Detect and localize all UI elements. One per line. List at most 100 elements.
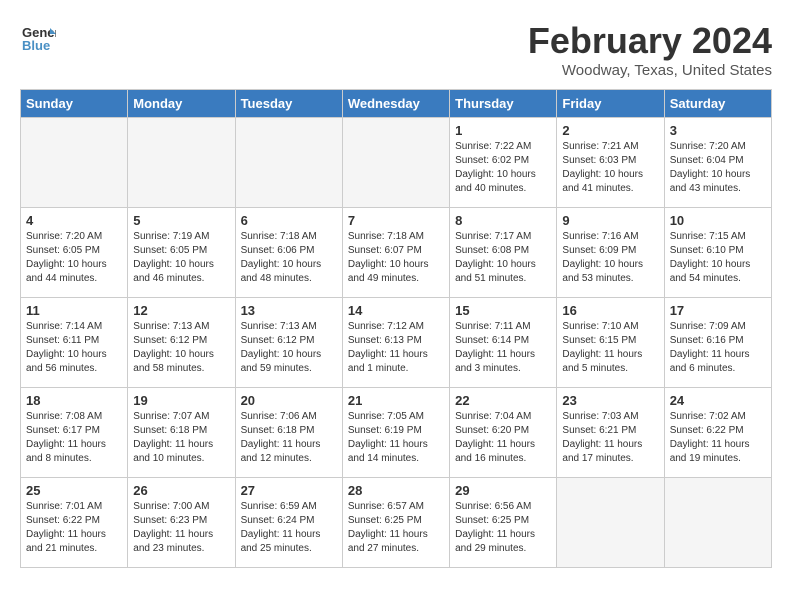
calendar-cell: 17Sunrise: 7:09 AM Sunset: 6:16 PM Dayli…: [664, 298, 771, 388]
calendar-cell: 16 Sunrise: 7:10 AM Sunset: 6:15 PM Dayli…: [557, 298, 664, 388]
calendar-cell: 22 Sunrise: 7:04 AM Sunset: 6:20 PM Dayli…: [450, 388, 557, 478]
day-info: Sunrise: 7:02 AM Sunset: 6:22 PM Dayligh…: [670, 410, 766, 466]
day-number: 9: [562, 213, 658, 228]
header-day-sunday: Sunday: [21, 90, 128, 118]
calendar-cell: 28 Sunrise: 6:57 AM Sunset: 6:25 PM Dayli…: [342, 478, 449, 568]
day-info: Sunrise: 7:01 AM Sunset: 6:22 PM Dayligh…: [26, 500, 122, 556]
calendar-cell: 13 Sunrise: 7:13 AM Sunset: 6:12 PM Dayli…: [235, 298, 342, 388]
svg-text:Blue: Blue: [22, 38, 50, 53]
title-block: February 2024 Woodway, Texas, United Sta…: [528, 20, 772, 79]
calendar-cell: 18 Sunrise: 7:08 AM Sunset: 6:17 PM Dayli…: [21, 388, 128, 478]
location-title: Woodway, Texas, United States: [528, 62, 772, 79]
day-info: Sunrise: 7:11 AM Sunset: 6:14 PM Dayligh…: [455, 320, 551, 376]
calendar-cell: 23Sunrise: 7:03 AM Sunset: 6:21 PM Dayli…: [557, 388, 664, 478]
calendar-cell: [557, 478, 664, 568]
calendar-cell: 1 Sunrise: 7:22 AM Sunset: 6:02 PM Daylig…: [450, 118, 557, 208]
day-number: 27: [241, 483, 337, 498]
day-number: 10: [670, 213, 766, 228]
calendar-week-1: 1 Sunrise: 7:22 AM Sunset: 6:02 PM Daylig…: [21, 118, 772, 208]
month-title: February 2024: [528, 20, 772, 62]
day-number: 12: [133, 303, 229, 318]
day-number: 11: [26, 303, 122, 318]
calendar-cell: 9 Sunrise: 7:16 AM Sunset: 6:09 PM Daylig…: [557, 208, 664, 298]
day-number: 4: [26, 213, 122, 228]
day-number: 16: [562, 303, 658, 318]
day-info: Sunrise: 7:05 AM Sunset: 6:19 PM Dayligh…: [348, 410, 444, 466]
day-info: Sunrise: 7:20 AM Sunset: 6:05 PM Dayligh…: [26, 230, 122, 286]
calendar-cell: 10 Sunrise: 7:15 AM Sunset: 6:10 PM Dayli…: [664, 208, 771, 298]
calendar-cell: 24 Sunrise: 7:02 AM Sunset: 6:22 PM Dayli…: [664, 388, 771, 478]
day-number: 18: [26, 393, 122, 408]
calendar-cell: 15 Sunrise: 7:11 AM Sunset: 6:14 PM Dayli…: [450, 298, 557, 388]
header-day-tuesday: Tuesday: [235, 90, 342, 118]
day-info: Sunrise: 7:10 AM Sunset: 6:15 PM Dayligh…: [562, 320, 658, 376]
calendar-cell: 2Sunrise: 7:21 AM Sunset: 6:03 PM Daylig…: [557, 118, 664, 208]
day-number: 5: [133, 213, 229, 228]
day-number: 23: [562, 393, 658, 408]
header-day-monday: Monday: [128, 90, 235, 118]
calendar-cell: 3 Sunrise: 7:20 AM Sunset: 6:04 PM Daylig…: [664, 118, 771, 208]
logo: General Blue: [20, 20, 56, 56]
day-number: 21: [348, 393, 444, 408]
header-day-saturday: Saturday: [664, 90, 771, 118]
calendar-header: SundayMondayTuesdayWednesdayThursdayFrid…: [21, 90, 772, 118]
header-row: SundayMondayTuesdayWednesdayThursdayFrid…: [21, 90, 772, 118]
calendar-cell: 5 Sunrise: 7:19 AM Sunset: 6:05 PM Daylig…: [128, 208, 235, 298]
day-info: Sunrise: 7:00 AM Sunset: 6:23 PM Dayligh…: [133, 500, 229, 556]
calendar-cell: 11 Sunrise: 7:14 AM Sunset: 6:11 PM Dayli…: [21, 298, 128, 388]
day-number: 7: [348, 213, 444, 228]
page-header: General Blue February 2024 Woodway, Texa…: [20, 20, 772, 79]
calendar-cell: 6 Sunrise: 7:18 AM Sunset: 6:06 PM Daylig…: [235, 208, 342, 298]
day-info: Sunrise: 6:59 AM Sunset: 6:24 PM Dayligh…: [241, 500, 337, 556]
day-number: 14: [348, 303, 444, 318]
calendar-cell: 27 Sunrise: 6:59 AM Sunset: 6:24 PM Dayli…: [235, 478, 342, 568]
day-number: 6: [241, 213, 337, 228]
day-number: 19: [133, 393, 229, 408]
day-number: 25: [26, 483, 122, 498]
day-number: 13: [241, 303, 337, 318]
calendar-cell: 29 Sunrise: 6:56 AM Sunset: 6:25 PM Dayli…: [450, 478, 557, 568]
day-info: Sunrise: 7:07 AM Sunset: 6:18 PM Dayligh…: [133, 410, 229, 466]
calendar-cell: 14 Sunrise: 7:12 AM Sunset: 6:13 PM Dayli…: [342, 298, 449, 388]
header-day-thursday: Thursday: [450, 90, 557, 118]
day-info: Sunrise: 7:18 AM Sunset: 6:06 PM Dayligh…: [241, 230, 337, 286]
day-info: Sunrise: 7:18 AM Sunset: 6:07 PM Dayligh…: [348, 230, 444, 286]
calendar-cell: [342, 118, 449, 208]
day-number: 26: [133, 483, 229, 498]
day-info: Sunrise: 7:16 AM Sunset: 6:09 PM Dayligh…: [562, 230, 658, 286]
calendar-week-4: 18 Sunrise: 7:08 AM Sunset: 6:17 PM Dayli…: [21, 388, 772, 478]
calendar-cell: 19 Sunrise: 7:07 AM Sunset: 6:18 PM Dayli…: [128, 388, 235, 478]
day-number: 1: [455, 123, 551, 138]
calendar-body: 1 Sunrise: 7:22 AM Sunset: 6:02 PM Daylig…: [21, 118, 772, 568]
day-info: Sunrise: 6:57 AM Sunset: 6:25 PM Dayligh…: [348, 500, 444, 556]
day-info: Sunrise: 7:13 AM Sunset: 6:12 PM Dayligh…: [241, 320, 337, 376]
day-info: Sunrise: 7:20 AM Sunset: 6:04 PM Dayligh…: [670, 140, 766, 196]
day-info: Sunrise: 7:04 AM Sunset: 6:20 PM Dayligh…: [455, 410, 551, 466]
day-number: 28: [348, 483, 444, 498]
day-number: 3: [670, 123, 766, 138]
day-number: 15: [455, 303, 551, 318]
calendar-week-5: 25 Sunrise: 7:01 AM Sunset: 6:22 PM Dayli…: [21, 478, 772, 568]
calendar-cell: 8 Sunrise: 7:17 AM Sunset: 6:08 PM Daylig…: [450, 208, 557, 298]
header-day-wednesday: Wednesday: [342, 90, 449, 118]
day-number: 24: [670, 393, 766, 408]
calendar-cell: 12Sunrise: 7:13 AM Sunset: 6:12 PM Dayli…: [128, 298, 235, 388]
day-info: Sunrise: 7:19 AM Sunset: 6:05 PM Dayligh…: [133, 230, 229, 286]
calendar-week-3: 11 Sunrise: 7:14 AM Sunset: 6:11 PM Dayli…: [21, 298, 772, 388]
day-info: Sunrise: 7:15 AM Sunset: 6:10 PM Dayligh…: [670, 230, 766, 286]
calendar-cell: 21 Sunrise: 7:05 AM Sunset: 6:19 PM Dayli…: [342, 388, 449, 478]
day-info: Sunrise: 7:17 AM Sunset: 6:08 PM Dayligh…: [455, 230, 551, 286]
day-number: 17: [670, 303, 766, 318]
day-number: 22: [455, 393, 551, 408]
day-info: Sunrise: 7:14 AM Sunset: 6:11 PM Dayligh…: [26, 320, 122, 376]
calendar-cell: 20Sunrise: 7:06 AM Sunset: 6:18 PM Dayli…: [235, 388, 342, 478]
day-info: Sunrise: 7:06 AM Sunset: 6:18 PM Dayligh…: [241, 410, 337, 466]
day-info: Sunrise: 6:56 AM Sunset: 6:25 PM Dayligh…: [455, 500, 551, 556]
calendar-cell: [235, 118, 342, 208]
calendar-week-2: 4 Sunrise: 7:20 AM Sunset: 6:05 PM Daylig…: [21, 208, 772, 298]
day-info: Sunrise: 7:22 AM Sunset: 6:02 PM Dayligh…: [455, 140, 551, 196]
day-number: 29: [455, 483, 551, 498]
day-info: Sunrise: 7:08 AM Sunset: 6:17 PM Dayligh…: [26, 410, 122, 466]
day-number: 8: [455, 213, 551, 228]
day-info: Sunrise: 7:12 AM Sunset: 6:13 PM Dayligh…: [348, 320, 444, 376]
